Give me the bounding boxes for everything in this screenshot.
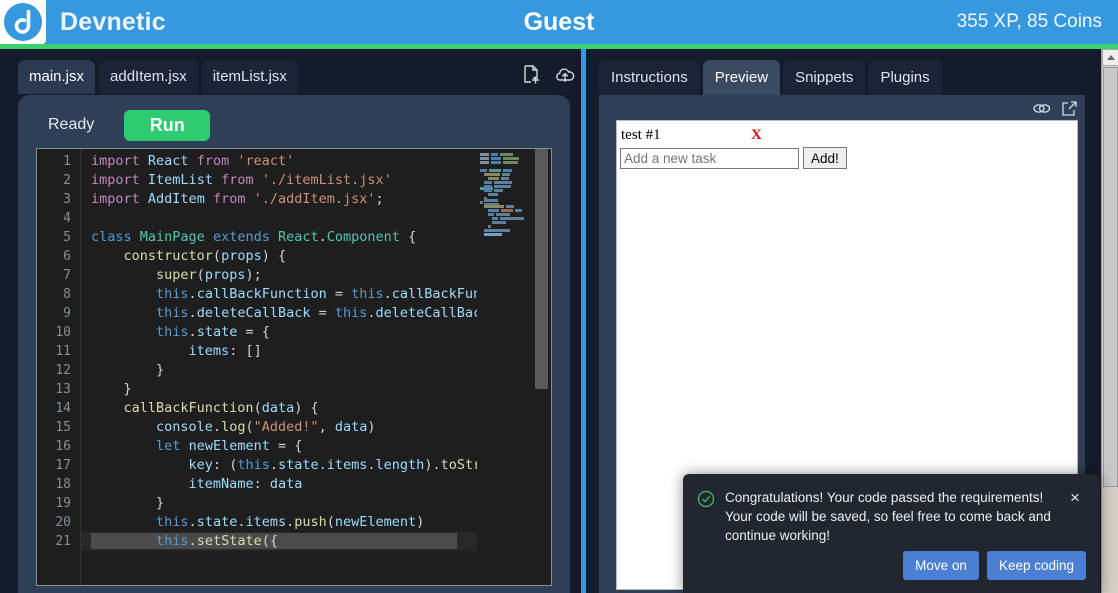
tab-preview[interactable]: Preview <box>702 60 781 96</box>
file-tab-additem[interactable]: addItem.jsx <box>99 60 198 94</box>
xp-coins-stats: 355 XP, 85 Coins <box>956 11 1102 32</box>
line-number: 8 <box>63 287 71 302</box>
brand-name: Devnetic <box>60 7 166 36</box>
chevron-up-icon <box>1106 55 1115 60</box>
toast-content: Congratulations! Your code passed the re… <box>697 488 1086 545</box>
code-editor[interactable]: 1 2 3 4 5 6 7 8 9 10 11 12 13 14 15 16 1 <box>36 148 552 586</box>
new-task-input[interactable] <box>620 147 799 169</box>
file-tab-main[interactable]: main.jsx <box>18 60 96 94</box>
line-number: 16 <box>55 439 71 454</box>
add-task-button[interactable]: Add! <box>803 147 847 169</box>
line-number: 2 <box>63 173 71 188</box>
line-number: 21 <box>55 534 71 549</box>
editor-pane: main.jsx addItem.jsx itemList.jsx Ready … <box>0 49 581 593</box>
link-icon[interactable] <box>1032 99 1051 118</box>
success-check-icon <box>697 490 715 513</box>
code-scroll-thumb[interactable] <box>535 149 548 389</box>
scroll-up-button[interactable] <box>1102 49 1118 66</box>
line-number: 6 <box>63 249 71 264</box>
line-number: 4 <box>63 211 71 226</box>
line-number: 14 <box>55 401 71 416</box>
editor-tab-actions <box>520 64 576 86</box>
code-scrollbar[interactable] <box>529 149 551 585</box>
line-number: 7 <box>63 268 71 283</box>
toast-actions: Move on Keep coding <box>903 551 1086 580</box>
tab-instructions[interactable]: Instructions <box>599 60 700 96</box>
run-button[interactable]: Run <box>124 109 211 141</box>
editor-card: Ready Run 1 2 3 4 5 6 7 8 9 10 11 12 13 … <box>18 95 570 593</box>
tab-plugins[interactable]: Plugins <box>868 60 942 96</box>
line-number: 15 <box>55 420 71 435</box>
toast-message: Congratulations! Your code passed the re… <box>725 490 1051 544</box>
line-number: 9 <box>63 306 71 321</box>
file-tab-itemlist[interactable]: itemList.jsx <box>201 60 298 94</box>
line-number: 13 <box>55 382 71 397</box>
line-number: 10 <box>55 325 71 340</box>
logo-circle-icon <box>4 3 42 41</box>
new-file-icon[interactable] <box>520 64 542 86</box>
close-icon[interactable]: × <box>1070 489 1086 506</box>
run-toolbar: Ready Run <box>18 103 570 147</box>
cloud-upload-icon[interactable] <box>554 64 576 86</box>
move-on-button[interactable]: Move on <box>903 551 979 580</box>
line-number: 20 <box>55 515 71 530</box>
line-number: 12 <box>55 363 71 378</box>
success-toast: Congratulations! Your code passed the re… <box>683 474 1100 593</box>
app-root: Devnetic Guest 355 XP, 85 Coins main.jsx… <box>0 0 1118 593</box>
page-scroll-thumb[interactable] <box>1103 67 1118 487</box>
line-number-gutter: 1 2 3 4 5 6 7 8 9 10 11 12 13 14 15 16 1 <box>37 149 81 585</box>
line-number: 3 <box>63 192 71 207</box>
page-scrollbar[interactable] <box>1101 49 1118 593</box>
task-label: test #1 <box>621 127 661 143</box>
app-header: Devnetic Guest 355 XP, 85 Coins <box>0 0 1118 44</box>
line-number: 19 <box>55 496 71 511</box>
open-external-icon[interactable] <box>1060 99 1079 118</box>
line-number: 17 <box>55 458 71 473</box>
delete-task-button[interactable]: X <box>751 127 762 144</box>
keep-coding-button[interactable]: Keep coding <box>986 551 1086 580</box>
preview-toolbar <box>1032 99 1079 118</box>
letter-d-icon <box>14 9 31 34</box>
line-number: 5 <box>63 230 71 245</box>
line-number: 11 <box>55 344 71 359</box>
task-item: test #1 X <box>617 121 1077 144</box>
line-number: 18 <box>55 477 71 492</box>
file-tabbar: main.jsx addItem.jsx itemList.jsx <box>18 60 298 94</box>
code-minimap[interactable] <box>477 149 529 585</box>
panel-tabbar: Instructions Preview Snippets Plugins <box>599 60 942 96</box>
editor-status: Ready <box>48 116 95 133</box>
user-name: Guest <box>523 7 595 36</box>
line-number: 1 <box>63 154 71 169</box>
app-logo[interactable] <box>0 0 46 44</box>
tab-snippets[interactable]: Snippets <box>783 60 866 96</box>
add-task-row: Add! <box>617 144 1077 169</box>
